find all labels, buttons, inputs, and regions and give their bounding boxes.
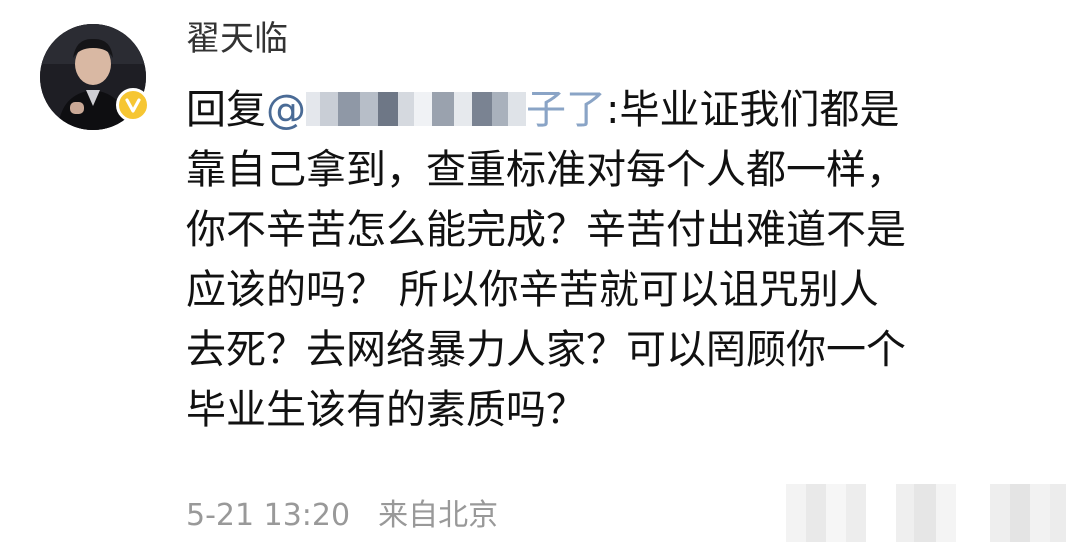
username[interactable]: 翟天临: [186, 14, 288, 64]
comment-text-line: :毕业证我们都是: [606, 87, 900, 133]
comment-line-6: 毕业生该有的素质吗？: [186, 387, 586, 433]
location-source: 来自北京: [378, 498, 499, 533]
blurred-action-icons-left: [786, 484, 866, 542]
blurred-action-icons-middle: [896, 484, 956, 542]
mention-at[interactable]: @: [266, 87, 306, 133]
verified-badge-icon: [116, 88, 150, 122]
comment-line-2: 靠自己拿到，查重标准对每个人都一样，: [186, 147, 906, 193]
timestamp: 5-21 13:20: [186, 498, 351, 533]
blurred-action-icons-right: [990, 484, 1066, 542]
comment-meta: 5-21 13:20 来自北京: [186, 496, 498, 536]
comment-line-5: 去死？去网络暴力人家？可以罔顾你一个: [186, 327, 906, 373]
mention-tail[interactable]: 子了: [526, 87, 606, 133]
comment-body: 回复@ 子了:毕业证我们都是 靠自己拿到，查重标准对每个人都一样， 你不辛苦怎么能…: [186, 80, 1046, 440]
blurred-mention-name: [306, 92, 526, 126]
comment-line-3: 你不辛苦怎么能完成？辛苦付出难道不是: [186, 207, 906, 253]
comment-line-4: 应该的吗？ 所以你辛苦就可以诅咒别人: [186, 267, 879, 313]
comment-line-1: 回复@ 子了:毕业证我们都是: [186, 80, 1046, 140]
reply-prefix: 回复: [186, 87, 266, 133]
comment-card: 翟天临 回复@ 子了:毕业证我们都是 靠自己拿到，查重标准对每个人都一样， 你不辛…: [0, 0, 1080, 560]
